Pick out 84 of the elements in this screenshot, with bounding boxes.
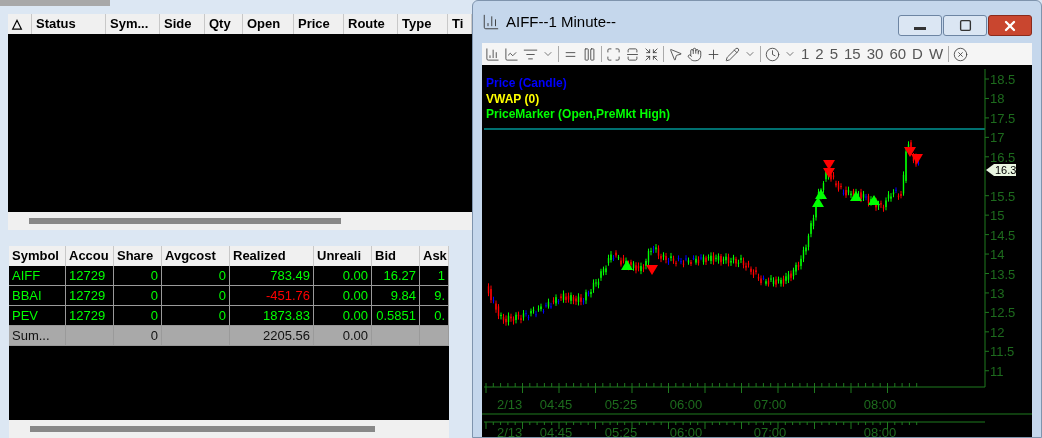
price-tick-label: 11: [990, 363, 1004, 379]
time-tick-label: 08:00: [863, 425, 897, 437]
time-tick-label: 05:25: [604, 397, 638, 412]
down-triangle-marker: [911, 154, 923, 164]
minimize-button[interactable]: [898, 15, 942, 36]
price-tick-label: 17.5: [990, 110, 1016, 126]
price-tick-label: 15: [990, 208, 1005, 224]
interval-button[interactable]: 60: [888, 45, 908, 63]
table-cell: [66, 326, 114, 346]
vertical-lines-icon[interactable]: [582, 46, 597, 62]
time-tick-label: 07:00: [753, 425, 787, 437]
legend-label: PriceMarker (Open,PreMkt High): [486, 107, 671, 121]
table-cell: [162, 326, 230, 346]
maximize-icon: [958, 19, 972, 32]
price-tick-label: 11.5: [990, 344, 1015, 360]
up-triangle-marker: [621, 260, 633, 270]
interval-button[interactable]: 1: [800, 45, 811, 63]
pencil-icon[interactable]: [725, 46, 740, 62]
up-triangle-marker: [868, 195, 880, 205]
price-tick-label: 12.5: [990, 305, 1016, 321]
position-row[interactable]: AIFF 12729 0 0 783.49 0.00 16.27 1: [9, 266, 449, 286]
up-triangle-marker: [850, 191, 862, 201]
last-price-tag: 16.3: [986, 164, 1017, 176]
price-tick-label: 18.5: [990, 72, 1016, 87]
horizontal-scrollbar[interactable]: [9, 420, 449, 438]
position-row[interactable]: PEV 12729 0 0 1873.83 0.00 0.5851 0.: [9, 306, 449, 326]
interval-button[interactable]: W: [927, 45, 945, 63]
down-triangle-marker: [823, 168, 835, 178]
pointer-icon[interactable]: [668, 46, 683, 62]
interval-button[interactable]: D: [911, 45, 924, 63]
down-triangle-marker: [823, 160, 835, 170]
minimize-icon: [914, 27, 926, 30]
bar-chart-icon[interactable]: [485, 46, 500, 62]
up-triangle-marker: [815, 189, 827, 199]
crosshair-icon[interactable]: [706, 46, 721, 62]
time-tick-label: 06:00: [669, 425, 703, 437]
maximize-button[interactable]: [943, 15, 987, 36]
window-title: AIFF--1 Minute--: [506, 11, 616, 32]
down-triangle-marker: [904, 147, 916, 157]
time-tick-label: 05:25: [604, 425, 638, 437]
up-triangle-marker: [812, 197, 824, 207]
interval-button[interactable]: 2: [814, 45, 825, 63]
time-tick-label: 07:00: [753, 397, 787, 412]
line-chart-icon[interactable]: [504, 46, 519, 62]
price-tick-label: 14: [990, 247, 1005, 263]
cancel-icon[interactable]: [953, 46, 969, 62]
scrollbar-thumb[interactable]: [29, 218, 341, 224]
price-tick-label: 16.5: [990, 149, 1016, 165]
hand-icon[interactable]: [687, 46, 702, 62]
clock-icon[interactable]: [765, 46, 780, 62]
time-tick-label: 2/13: [497, 397, 523, 412]
close-button[interactable]: [988, 15, 1032, 36]
interval-button[interactable]: 15: [843, 45, 862, 63]
table-cell: 0.00: [314, 326, 372, 346]
chart-window-icon: [482, 13, 500, 31]
legend-label: Price (Candle): [486, 76, 567, 90]
price-tick-label: 18: [990, 91, 1005, 107]
scrollbar-thumb[interactable]: [30, 426, 375, 432]
split-icon[interactable]: [625, 46, 640, 62]
legend-label: VWAP (0): [486, 91, 540, 106]
expand-icon[interactable]: [606, 46, 621, 62]
price-tick-label: 14.5: [990, 227, 1016, 243]
time-tick-label: 04:45: [539, 397, 573, 412]
time-tick-label: 2/13: [497, 425, 523, 437]
table-cell: Sum...: [9, 326, 66, 346]
price-tick-label: 17: [990, 130, 1005, 146]
list-icon[interactable]: [523, 46, 538, 62]
interval-button[interactable]: 30: [865, 45, 885, 63]
down-triangle-marker: [646, 265, 658, 275]
time-tick-label: 06:00: [669, 397, 703, 412]
time-tick-label: 04:45: [539, 425, 573, 437]
price-tick-label: 13.5: [990, 266, 1016, 282]
table-cell: [372, 326, 420, 346]
horizontal-scrollbar[interactable]: [8, 212, 472, 230]
price-tick-label: 15.5: [990, 188, 1016, 204]
table-cell: 2205.56: [230, 326, 314, 346]
time-tick-label: 08:00: [863, 397, 897, 412]
interval-button[interactable]: 5: [828, 45, 840, 63]
price-tick-label: 13: [990, 285, 1005, 301]
position-row[interactable]: BBAI 12729 0 0 -451.76 0.00 9.84 9.: [9, 286, 449, 306]
shrink-icon[interactable]: [644, 46, 659, 62]
table-cell: 0: [114, 326, 162, 346]
price-tick-label: 12: [990, 324, 1005, 340]
table-cell: [420, 326, 449, 346]
